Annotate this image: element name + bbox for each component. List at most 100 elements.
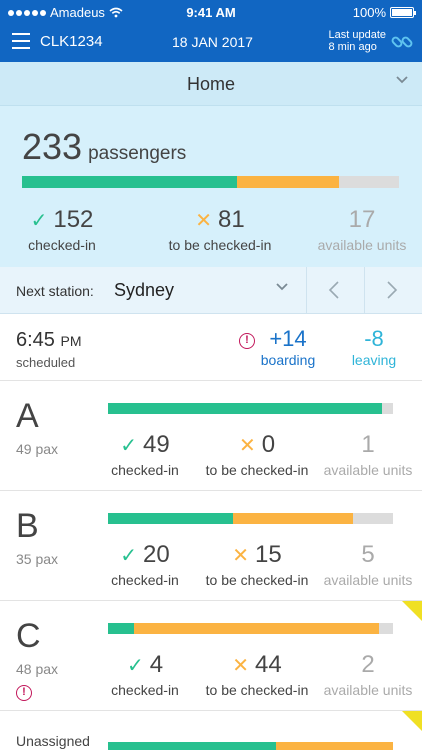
coach-available-count: 2 [361, 651, 375, 678]
checked-in-label: checked-in [111, 682, 179, 698]
coach-occupancy-bar [108, 742, 393, 750]
coach-row-unassigned[interactable]: Unassigned [0, 711, 422, 750]
coach-row[interactable]: A 49 pax ✓ 49 checked-in ✕ 0 to be checked… [0, 381, 422, 491]
previous-station-button[interactable] [306, 267, 364, 314]
menu-icon[interactable] [12, 33, 30, 49]
pending-fill [233, 513, 354, 524]
battery-icon [390, 7, 416, 18]
cross-icon: ✕ [238, 435, 256, 457]
available-label: available units [323, 462, 413, 478]
departure-ampm: PM [60, 333, 82, 349]
next-station-label: Next station: [16, 283, 94, 299]
alert-icon[interactable]: ! [239, 333, 255, 349]
coach-letter: A [16, 397, 39, 435]
train-id: CLK1234 [40, 33, 103, 50]
to-be-checked-in-label: to be checked-in [205, 462, 309, 478]
departure-status: scheduled [16, 355, 76, 370]
app-bar: CLK1234 18 JAN 2017 Last update 8 min ag… [0, 24, 422, 62]
checked-in-label: checked-in [111, 572, 179, 588]
coach-letter: C [16, 617, 41, 655]
coach-available: 2 available units [318, 651, 418, 698]
travel-date: 18 JAN 2017 [172, 34, 253, 50]
last-update-value: 8 min ago [328, 41, 377, 53]
last-update-label: Last update [328, 29, 387, 41]
coach-occupancy-bar [108, 513, 393, 524]
check-icon: ✓ [120, 545, 138, 567]
link-icon[interactable] [390, 30, 414, 54]
passenger-total: 233 passengers [22, 126, 186, 168]
coach-occupancy-bar [108, 403, 393, 414]
checked-in-label: checked-in [28, 237, 96, 253]
coach-available-count: 5 [361, 541, 375, 568]
cross-icon: ✕ [232, 545, 250, 567]
departure-time: 6:45 PM [16, 329, 82, 352]
coach-to-be-checked-in: ✕ 15 to be checked-in [198, 541, 316, 588]
coach-to-be-count: 15 [255, 541, 282, 568]
cross-icon: ✕ [232, 655, 250, 677]
check-icon: ✓ [126, 655, 144, 677]
available-count: 17 [348, 206, 376, 233]
flag-marker [402, 601, 422, 621]
coach-to-be-checked-in: ✕ 44 to be checked-in [198, 651, 316, 698]
boarding-delta: +14 boarding [258, 326, 318, 368]
coach-checked-in: ✓ 20 checked-in [104, 541, 186, 588]
check-icon: ✓ [30, 210, 48, 232]
checked-in-count: 152 [53, 206, 94, 233]
leaving-count: -8 [364, 326, 384, 351]
to-be-checked-in-count: 81 [218, 206, 245, 233]
passenger-count: 233 [22, 126, 83, 167]
coach-pax: 35 pax [16, 551, 59, 567]
coach-pax: 49 pax [16, 441, 59, 457]
check-icon: ✓ [120, 435, 138, 457]
passenger-unit: passengers [88, 143, 187, 164]
checked-in-fill [108, 513, 234, 524]
coach-to-be-count: 44 [255, 651, 282, 678]
available-label: available units [323, 572, 413, 588]
battery: 100% [352, 5, 416, 20]
departure-row: 6:45 PM scheduled ! +14 boarding -8 leav… [0, 314, 422, 381]
next-station-bar: Next station: Sydney [0, 267, 422, 314]
to-be-checked-in-label: to be checked-in [205, 682, 309, 698]
available-label: available units [323, 682, 413, 698]
coach-checked-in-count: 20 [143, 541, 170, 568]
leaving-delta: -8 leaving [344, 326, 404, 368]
coach-row[interactable]: C 48 pax ! ✓ 4 checked-in ✕ 44 to be check… [0, 601, 422, 711]
coach-checked-in-count: 49 [143, 431, 170, 458]
to-be-checked-in-label: to be checked-in [205, 572, 309, 588]
top-bar: Amadeus 9:41 AM 100% CLK1234 18 JAN 2017… [0, 0, 422, 62]
occupancy-bar [22, 176, 399, 188]
checked-in-label: checked-in [111, 462, 179, 478]
checked-in-fill [108, 403, 382, 414]
battery-percent: 100% [352, 5, 386, 20]
chevron-right-icon [387, 281, 398, 299]
to-be-checked-in-label: to be checked-in [168, 237, 272, 253]
chevron-down-icon [396, 76, 408, 84]
coach-row[interactable]: B 35 pax ✓ 20 checked-in ✕ 15 to be checke… [0, 491, 422, 601]
coach-available: 5 available units [318, 541, 418, 588]
pending-fill [276, 742, 393, 750]
chevron-left-icon [328, 281, 339, 299]
stat-to-be-checked-in: ✕ 81 to be checked-in [160, 206, 280, 253]
cross-icon: ✕ [195, 210, 213, 232]
boarding-count: +14 [269, 326, 307, 351]
pending-fill [133, 623, 379, 634]
chevron-down-icon[interactable] [276, 283, 288, 291]
coach-checked-in-count: 4 [149, 651, 164, 678]
coach-checked-in: ✓ 49 checked-in [104, 431, 186, 478]
checked-in-fill [108, 623, 134, 634]
station-selector[interactable]: Sydney [114, 280, 174, 301]
stat-available: 17 available units [314, 206, 410, 253]
passenger-summary: 233 passengers ✓ 152 checked-in ✕ 81 to be … [0, 106, 422, 267]
coach-available: 1 available units [318, 431, 418, 478]
view-selector[interactable]: Home [0, 62, 422, 106]
status-bar: Amadeus 9:41 AM 100% [0, 0, 422, 24]
coach-pax: 48 pax [16, 661, 59, 677]
coach-letter: Unassigned [16, 733, 90, 749]
flag-marker [402, 711, 422, 731]
coach-to-be-count: 0 [261, 431, 276, 458]
coach-checked-in: ✓ 4 checked-in [104, 651, 186, 698]
alert-icon[interactable]: ! [16, 685, 32, 701]
next-station-button[interactable] [364, 267, 422, 314]
last-update: Last update 8 min ago [329, 29, 387, 53]
checked-in-fill [22, 176, 237, 188]
